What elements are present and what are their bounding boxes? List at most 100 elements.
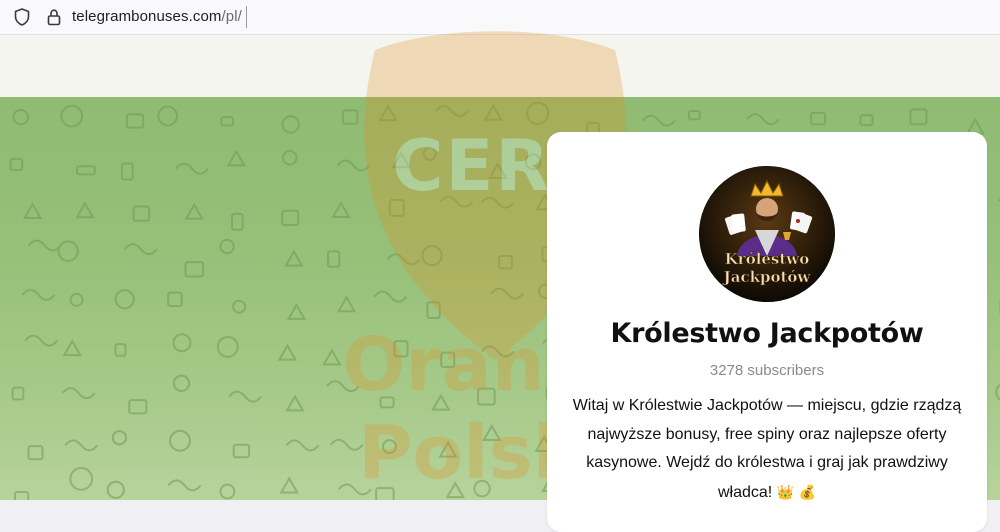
- doodle-shape: [216, 335, 239, 358]
- doodle-shape: [128, 399, 148, 415]
- doodle-shape: [219, 238, 235, 255]
- doodle-shape: [69, 467, 94, 491]
- doodle-shape: [24, 334, 59, 347]
- url-path: /pl/: [221, 8, 242, 25]
- doodle-shape: [488, 161, 508, 179]
- doodle-shape: [375, 487, 395, 500]
- doodle-shape: [114, 343, 127, 357]
- doodle-shape: [167, 291, 183, 307]
- doodle-shape: [21, 288, 56, 301]
- doodle-shape: [440, 351, 456, 368]
- url-field[interactable]: telegrambonuses.com/pl/: [72, 8, 242, 25]
- doodle-shape: [111, 430, 128, 446]
- doodle-shape: [687, 110, 701, 121]
- doodle-shape: [14, 491, 30, 500]
- text-caret: [246, 6, 247, 28]
- doodle-shape: [326, 380, 360, 393]
- doodle-shape: [995, 383, 1000, 401]
- shield-icon[interactable]: [12, 7, 32, 27]
- doodle-shape: [219, 483, 236, 500]
- doodle-shape: [285, 394, 305, 412]
- doodle-shape: [642, 114, 676, 127]
- channel-card: Królestwo Jackpotów Królestwo Jackpotów …: [547, 132, 987, 532]
- doodle-shape: [124, 243, 158, 256]
- channel-title: Królestwo Jackpotów: [610, 318, 924, 349]
- doodle-shape: [421, 244, 443, 267]
- doodle-shape: [435, 105, 469, 118]
- doodle-shape: [285, 439, 320, 452]
- doodle-shape: [167, 479, 202, 492]
- doodle-shape: [281, 209, 300, 227]
- doodle-shape: [169, 429, 191, 452]
- channel-description: Witaj w Królestwie Jackpotów — miejscu, …: [567, 392, 967, 507]
- doodle-shape: [22, 201, 43, 219]
- doodle-shape: [281, 115, 300, 134]
- url-host: telegrambonuses.com: [72, 8, 222, 25]
- doodle-shape: [393, 340, 409, 358]
- doodle-shape: [524, 153, 542, 171]
- doodle-shape: [172, 374, 191, 392]
- doodle-shape: [422, 146, 437, 161]
- doodle-shape: [62, 339, 82, 357]
- doodle-shape: [175, 162, 209, 175]
- doodle-shape: [426, 301, 441, 319]
- doodle-shape: [338, 483, 372, 496]
- doodle-shape: [27, 239, 62, 252]
- doodle-shape: [336, 295, 357, 313]
- doodle-shape: [498, 254, 513, 270]
- doodle-shape: [184, 202, 204, 220]
- doodle-shape: [132, 205, 151, 222]
- doodle-shape: [57, 240, 79, 262]
- doodle-shape: [445, 481, 466, 499]
- doodle-shape: [125, 113, 145, 129]
- doodle-shape: [120, 162, 134, 181]
- doodle-shape: [327, 250, 341, 268]
- doodle-shape: [157, 105, 179, 127]
- doodle-shape: [75, 201, 95, 219]
- doodle-shape: [69, 292, 84, 307]
- doodle-shape: [9, 157, 24, 171]
- doodle-shape: [114, 289, 135, 310]
- doodle-shape: [336, 159, 371, 172]
- doodle-shape: [220, 116, 234, 127]
- doodle-shape: [477, 387, 496, 406]
- doodle-shape: [388, 198, 405, 217]
- channel-avatar[interactable]: Królestwo Jackpotów: [699, 166, 835, 302]
- doodle-shape: [342, 109, 359, 125]
- doodle-shape: [859, 114, 874, 127]
- doodle-shape: [27, 445, 44, 461]
- doodle-shape: [473, 479, 491, 498]
- doodle-shape: [391, 151, 411, 169]
- lock-icon[interactable]: [44, 7, 64, 27]
- avatar-text-line2: Jackpotów: [722, 268, 812, 286]
- doodle-shape: [526, 101, 550, 125]
- doodle-shape: [12, 108, 30, 126]
- doodle-shape: [331, 200, 351, 218]
- doodle-shape: [281, 149, 298, 166]
- doodle-shape: [64, 439, 99, 452]
- doodle-shape: [373, 290, 408, 303]
- doodle-shape: [61, 387, 96, 400]
- crown-emoji-icon: 👑: [776, 483, 795, 500]
- doodle-shape: [172, 333, 192, 353]
- doodle-shape: [483, 103, 503, 121]
- doodle-shape: [76, 165, 96, 176]
- description-text: Witaj w Królestwie Jackpotów — miejscu, …: [572, 397, 962, 501]
- doodle-shape: [322, 348, 342, 366]
- doodle-shape: [431, 393, 451, 411]
- doodle-shape: [232, 299, 247, 314]
- doodle-shape: [230, 212, 244, 231]
- doodle-shape: [480, 196, 515, 209]
- doodle-shape: [60, 104, 84, 128]
- browser-address-bar[interactable]: telegrambonuses.com/pl/: [0, 0, 1000, 35]
- doodle-shape: [480, 345, 515, 358]
- doodle-shape: [106, 480, 125, 499]
- doodle-shape: [184, 261, 205, 278]
- doodle-shape: [378, 104, 398, 122]
- doodle-shape: [382, 439, 398, 455]
- doodle-shape: [810, 111, 826, 126]
- doodle-shape: [909, 108, 928, 126]
- doodle-shape: [11, 386, 25, 401]
- avatar-image: Królestwo Jackpotów: [699, 166, 835, 302]
- doodle-shape: [277, 343, 298, 361]
